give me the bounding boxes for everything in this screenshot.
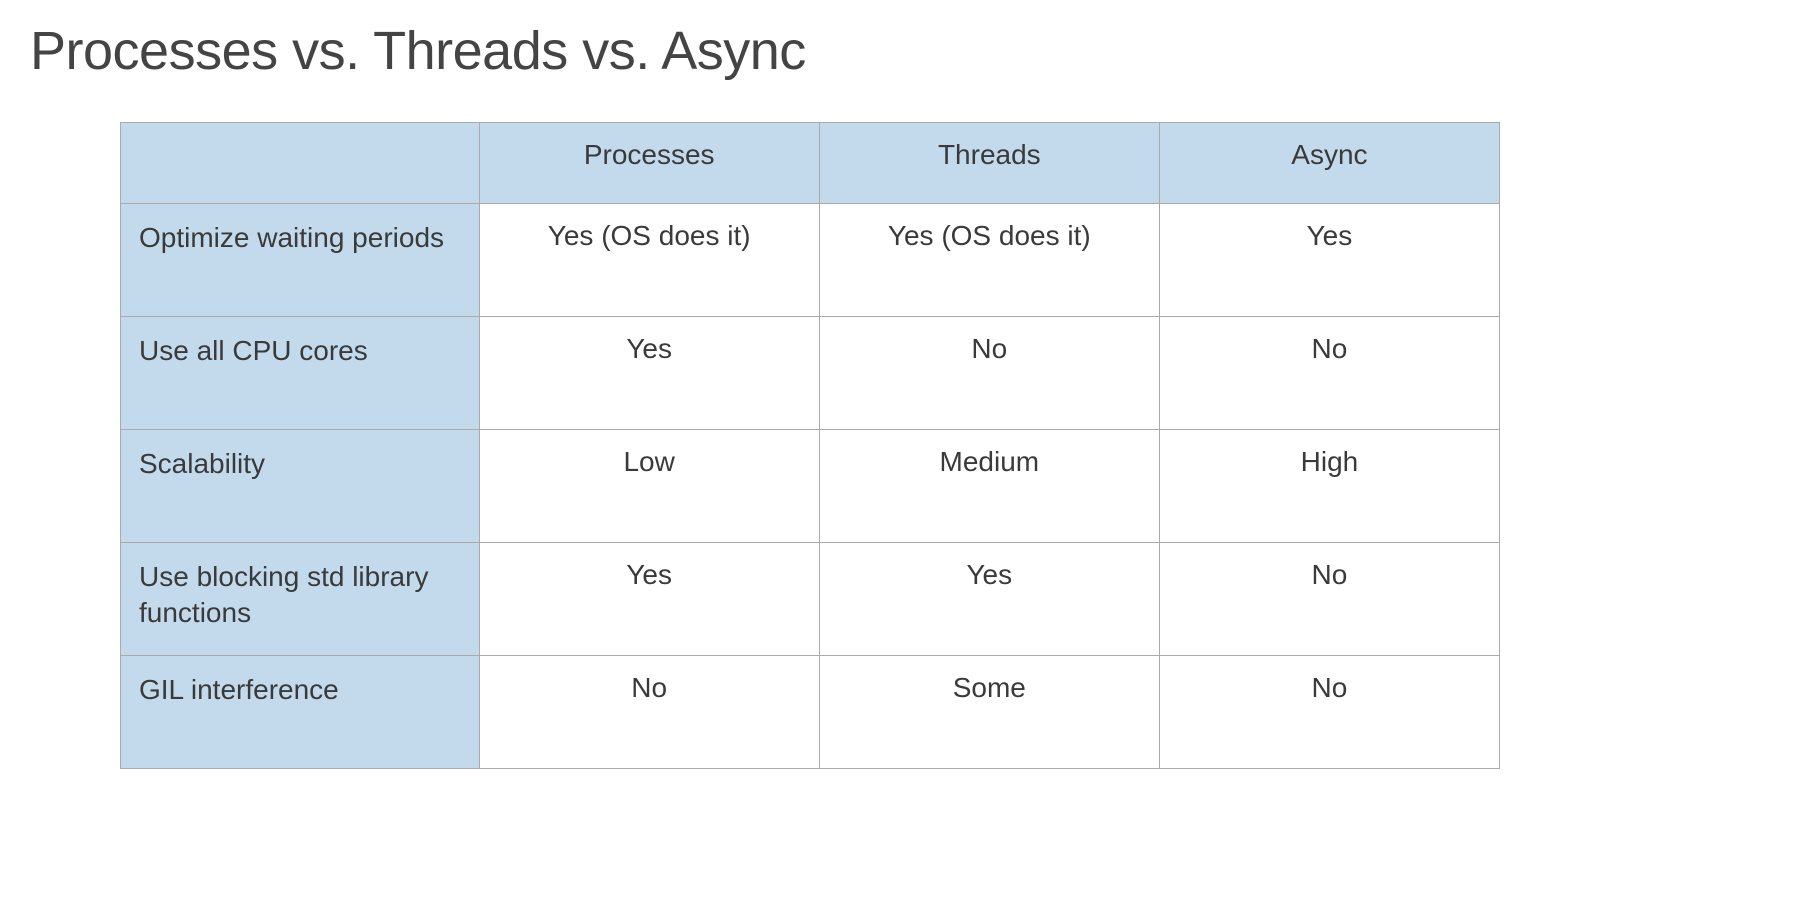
cell-value: Low	[479, 430, 819, 543]
cell-value: Yes	[1159, 204, 1499, 317]
cell-value: No	[479, 656, 819, 769]
table-header-row: Processes Threads Async	[121, 123, 1500, 204]
cell-value: Some	[819, 656, 1159, 769]
row-label: GIL interference	[121, 656, 480, 769]
cell-value: Yes	[819, 543, 1159, 656]
col-header-processes: Processes	[479, 123, 819, 204]
cell-value: Yes	[479, 317, 819, 430]
page-title: Processes vs. Threads vs. Async	[30, 20, 1784, 82]
cell-value: Yes (OS does it)	[479, 204, 819, 317]
cell-value: No	[819, 317, 1159, 430]
row-label: Scalability	[121, 430, 480, 543]
table-row: Scalability Low Medium High	[121, 430, 1500, 543]
cell-value: No	[1159, 656, 1499, 769]
table-row: Optimize waiting periods Yes (OS does it…	[121, 204, 1500, 317]
row-label: Optimize waiting periods	[121, 204, 480, 317]
cell-value: High	[1159, 430, 1499, 543]
table-row: Use blocking std library functions Yes Y…	[121, 543, 1500, 656]
comparison-table: Processes Threads Async Optimize waiting…	[120, 122, 1500, 769]
cell-value: No	[1159, 317, 1499, 430]
col-header-async: Async	[1159, 123, 1499, 204]
row-label: Use blocking std library functions	[121, 543, 480, 656]
table-row: Use all CPU cores Yes No No	[121, 317, 1500, 430]
cell-value: Yes	[479, 543, 819, 656]
cell-value: Medium	[819, 430, 1159, 543]
table-row: GIL interference No Some No	[121, 656, 1500, 769]
cell-value: Yes (OS does it)	[819, 204, 1159, 317]
col-header-threads: Threads	[819, 123, 1159, 204]
cell-value: No	[1159, 543, 1499, 656]
row-label: Use all CPU cores	[121, 317, 480, 430]
comparison-table-wrap: Processes Threads Async Optimize waiting…	[30, 122, 1784, 769]
table-corner-cell	[121, 123, 480, 204]
